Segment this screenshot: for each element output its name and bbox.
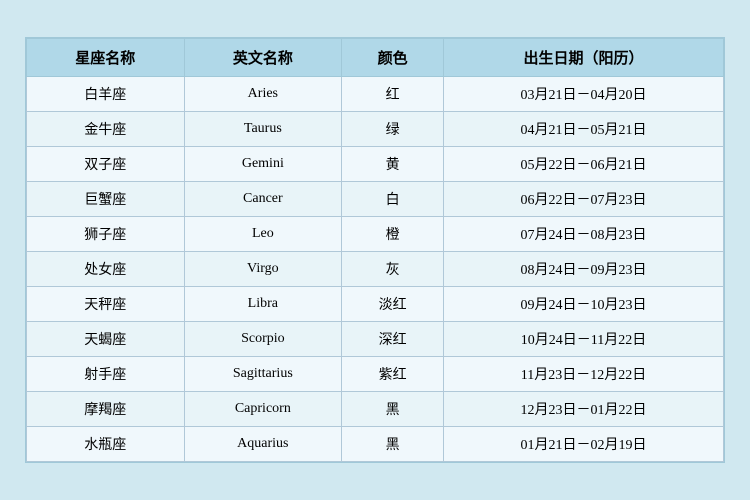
cell-chinese-name: 天蝎座 xyxy=(27,322,185,357)
table-row: 处女座Virgo灰08月24日－09月23日 xyxy=(27,252,724,287)
cell-english-name: Aquarius xyxy=(184,427,342,462)
cell-chinese-name: 狮子座 xyxy=(27,217,185,252)
cell-dates: 05月22日－06月21日 xyxy=(444,147,724,182)
cell-dates: 09月24日－10月23日 xyxy=(444,287,724,322)
cell-chinese-name: 摩羯座 xyxy=(27,392,185,427)
table-row: 巨蟹座Cancer白06月22日－07月23日 xyxy=(27,182,724,217)
cell-color: 黄 xyxy=(342,147,444,182)
cell-chinese-name: 金牛座 xyxy=(27,112,185,147)
cell-color: 橙 xyxy=(342,217,444,252)
cell-dates: 11月23日－12月22日 xyxy=(444,357,724,392)
cell-english-name: Aries xyxy=(184,77,342,112)
cell-dates: 07月24日－08月23日 xyxy=(444,217,724,252)
cell-chinese-name: 处女座 xyxy=(27,252,185,287)
cell-dates: 08月24日－09月23日 xyxy=(444,252,724,287)
table-row: 摩羯座Capricorn黑12月23日－01月22日 xyxy=(27,392,724,427)
table-header-row: 星座名称 英文名称 颜色 出生日期（阳历） xyxy=(27,39,724,77)
cell-english-name: Virgo xyxy=(184,252,342,287)
cell-english-name: Leo xyxy=(184,217,342,252)
cell-dates: 01月21日－02月19日 xyxy=(444,427,724,462)
cell-color: 灰 xyxy=(342,252,444,287)
cell-color: 深红 xyxy=(342,322,444,357)
cell-color: 白 xyxy=(342,182,444,217)
table-row: 双子座Gemini黄05月22日－06月21日 xyxy=(27,147,724,182)
cell-chinese-name: 巨蟹座 xyxy=(27,182,185,217)
cell-color: 黑 xyxy=(342,427,444,462)
cell-color: 淡红 xyxy=(342,287,444,322)
table-row: 射手座Sagittarius紫红11月23日－12月22日 xyxy=(27,357,724,392)
table-body: 白羊座Aries红03月21日－04月20日金牛座Taurus绿04月21日－0… xyxy=(27,77,724,462)
cell-english-name: Scorpio xyxy=(184,322,342,357)
cell-dates: 06月22日－07月23日 xyxy=(444,182,724,217)
cell-color: 黑 xyxy=(342,392,444,427)
cell-dates: 12月23日－01月22日 xyxy=(444,392,724,427)
table-row: 金牛座Taurus绿04月21日－05月21日 xyxy=(27,112,724,147)
zodiac-table: 星座名称 英文名称 颜色 出生日期（阳历） 白羊座Aries红03月21日－04… xyxy=(26,38,724,462)
table-row: 天秤座Libra淡红09月24日－10月23日 xyxy=(27,287,724,322)
zodiac-table-container: 星座名称 英文名称 颜色 出生日期（阳历） 白羊座Aries红03月21日－04… xyxy=(25,37,725,463)
cell-dates: 10月24日－11月22日 xyxy=(444,322,724,357)
table-row: 白羊座Aries红03月21日－04月20日 xyxy=(27,77,724,112)
cell-english-name: Gemini xyxy=(184,147,342,182)
header-color: 颜色 xyxy=(342,39,444,77)
cell-dates: 04月21日－05月21日 xyxy=(444,112,724,147)
cell-english-name: Cancer xyxy=(184,182,342,217)
cell-color: 绿 xyxy=(342,112,444,147)
header-chinese-name: 星座名称 xyxy=(27,39,185,77)
cell-chinese-name: 天秤座 xyxy=(27,287,185,322)
cell-color: 紫红 xyxy=(342,357,444,392)
cell-chinese-name: 双子座 xyxy=(27,147,185,182)
cell-chinese-name: 白羊座 xyxy=(27,77,185,112)
header-dates: 出生日期（阳历） xyxy=(444,39,724,77)
header-english-name: 英文名称 xyxy=(184,39,342,77)
cell-dates: 03月21日－04月20日 xyxy=(444,77,724,112)
table-row: 天蝎座Scorpio深红10月24日－11月22日 xyxy=(27,322,724,357)
table-row: 狮子座Leo橙07月24日－08月23日 xyxy=(27,217,724,252)
cell-english-name: Libra xyxy=(184,287,342,322)
cell-color: 红 xyxy=(342,77,444,112)
cell-english-name: Taurus xyxy=(184,112,342,147)
cell-chinese-name: 射手座 xyxy=(27,357,185,392)
cell-chinese-name: 水瓶座 xyxy=(27,427,185,462)
cell-english-name: Sagittarius xyxy=(184,357,342,392)
cell-english-name: Capricorn xyxy=(184,392,342,427)
table-row: 水瓶座Aquarius黑01月21日－02月19日 xyxy=(27,427,724,462)
